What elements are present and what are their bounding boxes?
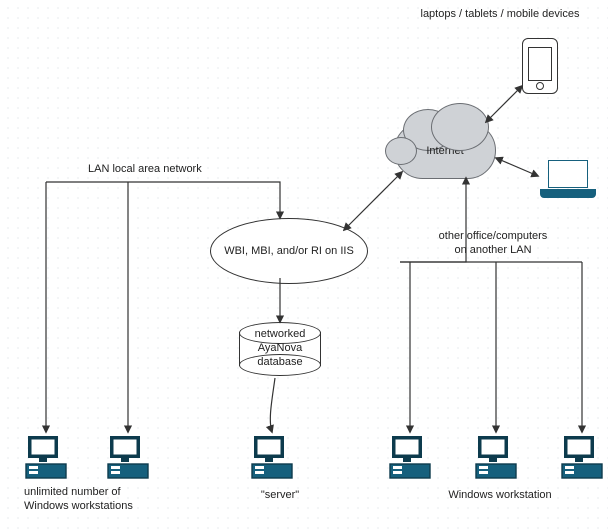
- connectors-svg: [0, 0, 608, 532]
- workstation-icon: [26, 436, 66, 478]
- db-server-connector: [270, 378, 275, 432]
- workstation-icon: [108, 436, 148, 478]
- diagram-canvas: laptops / tablets / mobile devices Inter…: [0, 0, 608, 532]
- lan-to-iis-line: [46, 182, 280, 218]
- server-workstation-icon: [252, 436, 292, 478]
- internet-otherlan-connector: [400, 178, 466, 262]
- internet-phone-connector: [486, 86, 522, 122]
- workstation-icon: [476, 436, 516, 478]
- workstation-icon: [390, 436, 430, 478]
- iis-internet-connector: [344, 172, 402, 230]
- internet-laptop-connector: [496, 158, 538, 176]
- workstation-icon: [562, 436, 602, 478]
